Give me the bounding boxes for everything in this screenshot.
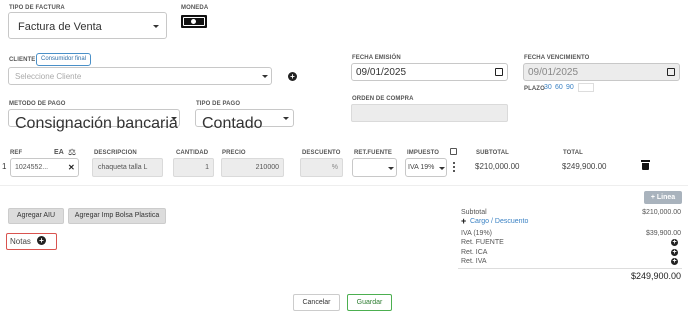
subtotal-label: Subtotal (461, 209, 487, 216)
ret-fuente-select[interactable] (352, 158, 397, 177)
currency-button[interactable] (181, 15, 207, 28)
plus-icon[interactable]: + (461, 216, 466, 226)
notes-label: Notas (10, 237, 31, 246)
col-total: TOTAL (563, 150, 583, 156)
payment-type-value: Contado (202, 115, 263, 132)
term-label: PLAZO (524, 86, 545, 92)
client-label: CLIENTE (9, 57, 36, 63)
chevron-down-icon (153, 25, 159, 28)
chevron-down-icon (283, 117, 289, 120)
ret-iva-label: Ret. IVA (461, 258, 487, 265)
add-client-icon[interactable]: + (288, 72, 297, 81)
discount-unit: % (331, 164, 338, 171)
chevron-down-icon (171, 117, 177, 120)
purchase-order-input[interactable] (351, 104, 508, 122)
invoice-type-select[interactable]: Factura de Venta (8, 12, 167, 39)
notes-toggle[interactable]: Notas + (6, 233, 57, 250)
due-date-value: 09/01/2025 (528, 67, 579, 78)
save-button[interactable]: Guardar (347, 294, 392, 311)
consumer-final-badge[interactable]: Consumidor final (36, 53, 92, 66)
select-all-checkbox[interactable] (450, 148, 457, 155)
ref-value: 1024552... (15, 164, 49, 171)
add-ret-iva-icon[interactable]: + (671, 258, 678, 265)
col-subtotal: SUBTOTAL (476, 150, 509, 156)
charge-discount-link[interactable]: Cargo / Descuento (470, 218, 528, 225)
quantity-value: 1 (205, 164, 209, 171)
price-input[interactable]: 210000 (221, 158, 284, 177)
add-note-icon: + (37, 236, 46, 245)
chevron-down-icon (439, 167, 445, 170)
payment-method-value: Consignación bancaria (15, 115, 178, 132)
row-subtotal: $210,000.00 (475, 162, 520, 171)
tax-select[interactable]: IVA 19% (405, 158, 447, 177)
invoice-type-value: Factura de Venta (18, 21, 102, 33)
col-tax: IMPUESTO (407, 150, 440, 156)
grand-total: $249,900.00 (630, 271, 681, 281)
col-description: DESCRIPCION (94, 150, 137, 156)
quantity-input[interactable]: 1 (173, 158, 214, 177)
col-price: PRECIO (222, 150, 246, 156)
add-line-button[interactable]: + Linea (644, 191, 682, 204)
payment-method-label: METODO DE PAGO (9, 101, 66, 107)
purchase-order-label: ORDEN DE COMPRA (352, 96, 414, 102)
banknote-icon (183, 17, 205, 26)
col-ref: REF (10, 150, 23, 156)
discount-input[interactable]: % (300, 158, 343, 177)
table-row: 1 1024552... ✕ chaqueta talla L 1 210000… (0, 157, 688, 185)
payment-type-label: TIPO DE PAGO (196, 101, 241, 107)
issue-date-input[interactable]: 09/01/2025 (351, 63, 508, 81)
add-bolsa-button[interactable]: Agregar Imp Bolsa Plastica (68, 208, 166, 224)
payment-type-select[interactable]: Contado (195, 109, 294, 132)
due-date-input[interactable]: 09/01/2025 (523, 63, 680, 81)
calendar-icon[interactable] (495, 68, 503, 76)
col-ea: EA (54, 149, 64, 156)
issue-date-label: FECHA EMISIÓN (352, 55, 401, 61)
row-total: $249,900.00 (562, 162, 607, 171)
cancel-button[interactable]: Cancelar (293, 294, 340, 311)
issue-date-value: 09/01/2025 (356, 67, 407, 78)
due-date-label: FECHA VENCIMIENTO (524, 55, 590, 61)
ref-input[interactable]: 1024552... ✕ (10, 158, 79, 177)
description-input[interactable]: chaqueta talla L (92, 158, 163, 177)
calendar-icon[interactable] (667, 68, 675, 76)
trash-icon[interactable] (640, 160, 650, 170)
add-ret-ica-icon[interactable]: + (671, 249, 678, 256)
description-value: chaqueta talla L (98, 164, 148, 171)
price-value: 210000 (255, 164, 279, 171)
iva-label: IVA (19%) (461, 230, 492, 237)
invoice-type-label: TIPO DE FACTURA (9, 5, 65, 11)
add-aiu-button[interactable]: Agregar AIU (8, 208, 64, 224)
subtotal-value: $210,000.00 (642, 209, 681, 216)
payment-method-select[interactable]: Consignación bancaria (8, 109, 180, 132)
row-number: 1 (2, 162, 7, 171)
currency-label: MONEDA (181, 5, 209, 11)
clear-icon[interactable]: ✕ (68, 163, 75, 172)
term-option-60[interactable]: 60 (555, 84, 563, 91)
add-ret-fuente-icon[interactable]: + (671, 239, 678, 246)
term-days-input[interactable] (578, 83, 594, 92)
col-discount: DESCUENTO (302, 150, 341, 156)
term-option-90[interactable]: 90 (566, 84, 574, 91)
tax-value: IVA 19% (408, 164, 435, 171)
client-select[interactable]: Seleccione Cliente (8, 67, 272, 85)
term-option-30[interactable]: 30 (544, 84, 552, 91)
ret-fuente-label: Ret. FUENTE (461, 239, 504, 246)
iva-value: $39,900.00 (645, 230, 681, 237)
row-divider (0, 185, 688, 186)
chevron-down-icon (388, 167, 394, 170)
more-options-icon[interactable] (453, 162, 455, 172)
ret-ica-label: Ret. ICA (461, 249, 488, 256)
totals-divider (458, 268, 682, 269)
col-quantity: CANTIDAD (176, 150, 209, 156)
client-placeholder: Seleccione Cliente (15, 72, 82, 81)
col-ret-fuente: RET.FUENTE (354, 150, 393, 156)
chevron-down-icon (262, 75, 268, 78)
